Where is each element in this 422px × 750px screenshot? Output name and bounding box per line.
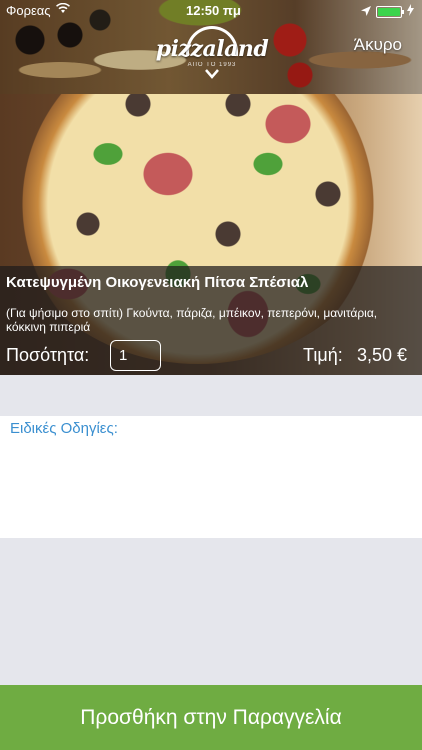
charging-bolt-icon bbox=[407, 4, 414, 19]
pizzaland-logo: pizzaland ΑΠΟ ΤΟ 1993 bbox=[154, 26, 270, 80]
cancel-button[interactable]: Άκυρο bbox=[354, 35, 402, 55]
quantity-field[interactable] bbox=[110, 340, 161, 371]
special-instructions-label: Ειδικές Οδηγίες: bbox=[10, 420, 118, 437]
location-arrow-icon bbox=[361, 4, 371, 19]
wifi-icon bbox=[56, 2, 70, 17]
carrier-name: Φορεας bbox=[6, 3, 51, 18]
battery-level bbox=[378, 7, 400, 16]
status-bar: Φορεας 12:50 πμ bbox=[0, 0, 422, 22]
add-to-order-button[interactable]: Προσθήκη στην Παραγγελία bbox=[0, 685, 422, 750]
battery-icon bbox=[376, 5, 404, 18]
product-info-overlay: Κατεψυγμένη Οικογενειακή Πίτσα Σπέσιαλ (… bbox=[0, 266, 422, 375]
special-instructions-field[interactable] bbox=[0, 440, 422, 538]
product-card: Κατεψυγμένη Οικογενειακή Πίτσα Σπέσιαλ (… bbox=[0, 94, 422, 375]
product-description: (Για ψήσιμο στο σπίτι) Γκούντα, πάριζα, … bbox=[6, 306, 378, 334]
price-label: Τιμή: bbox=[303, 345, 343, 365]
price-value: 3,50 € bbox=[357, 345, 408, 365]
special-instructions-section: Ειδικές Οδηγίες: bbox=[0, 416, 422, 538]
status-time: 12:50 πμ bbox=[186, 3, 241, 18]
status-right-group bbox=[361, 4, 414, 19]
product-name: Κατεψυγμένη Οικογενειακή Πίτσα Σπέσιαλ bbox=[6, 274, 309, 291]
logo-text: pizzaland bbox=[155, 36, 269, 62]
header: Φορεας 12:50 πμ pizzaland ΑΠΟ ΤΟ 1993 Άκ… bbox=[0, 0, 422, 94]
quantity-label: Ποσότητα: bbox=[6, 345, 90, 365]
chevron-down-icon bbox=[205, 68, 219, 82]
